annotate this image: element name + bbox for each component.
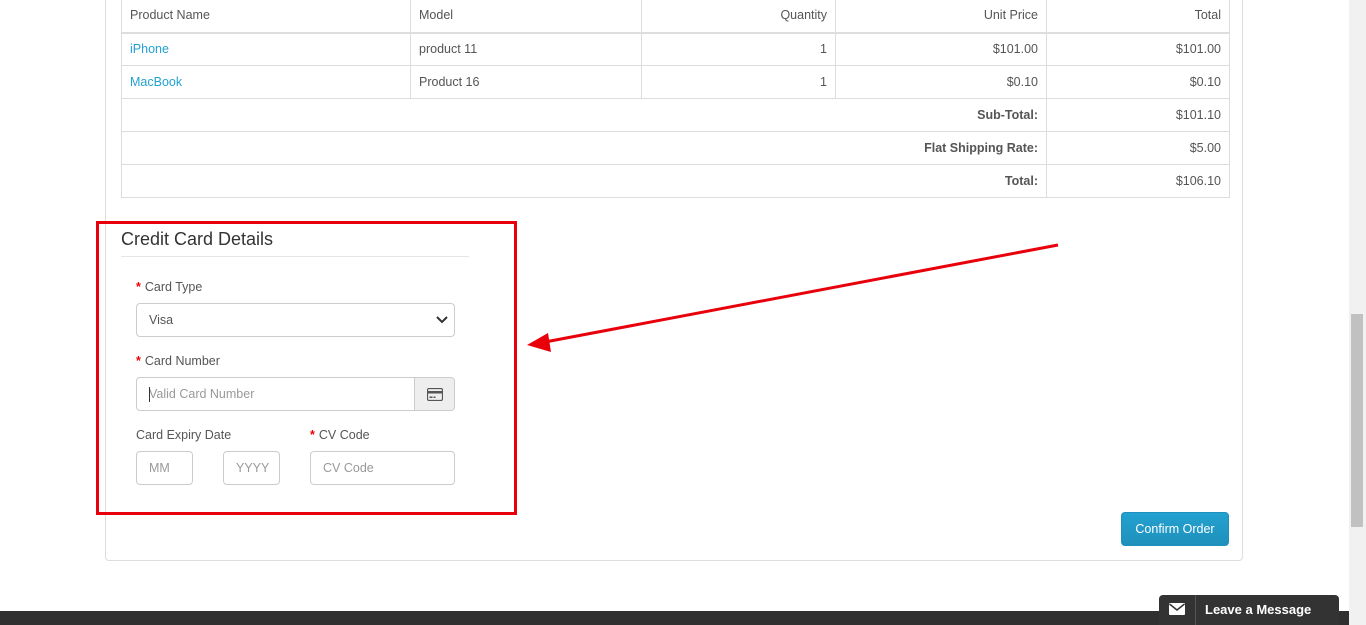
envelope-icon <box>1169 603 1185 615</box>
chat-icon-box <box>1159 595 1196 625</box>
scrollbar-track[interactable] <box>1349 0 1366 625</box>
confirm-order-button[interactable]: Confirm Order <box>1121 512 1229 546</box>
chat-widget-label: Leave a Message <box>1205 602 1312 617</box>
chat-widget[interactable]: Leave a Message <box>1159 595 1339 625</box>
scrollbar-thumb[interactable] <box>1351 314 1363 527</box>
